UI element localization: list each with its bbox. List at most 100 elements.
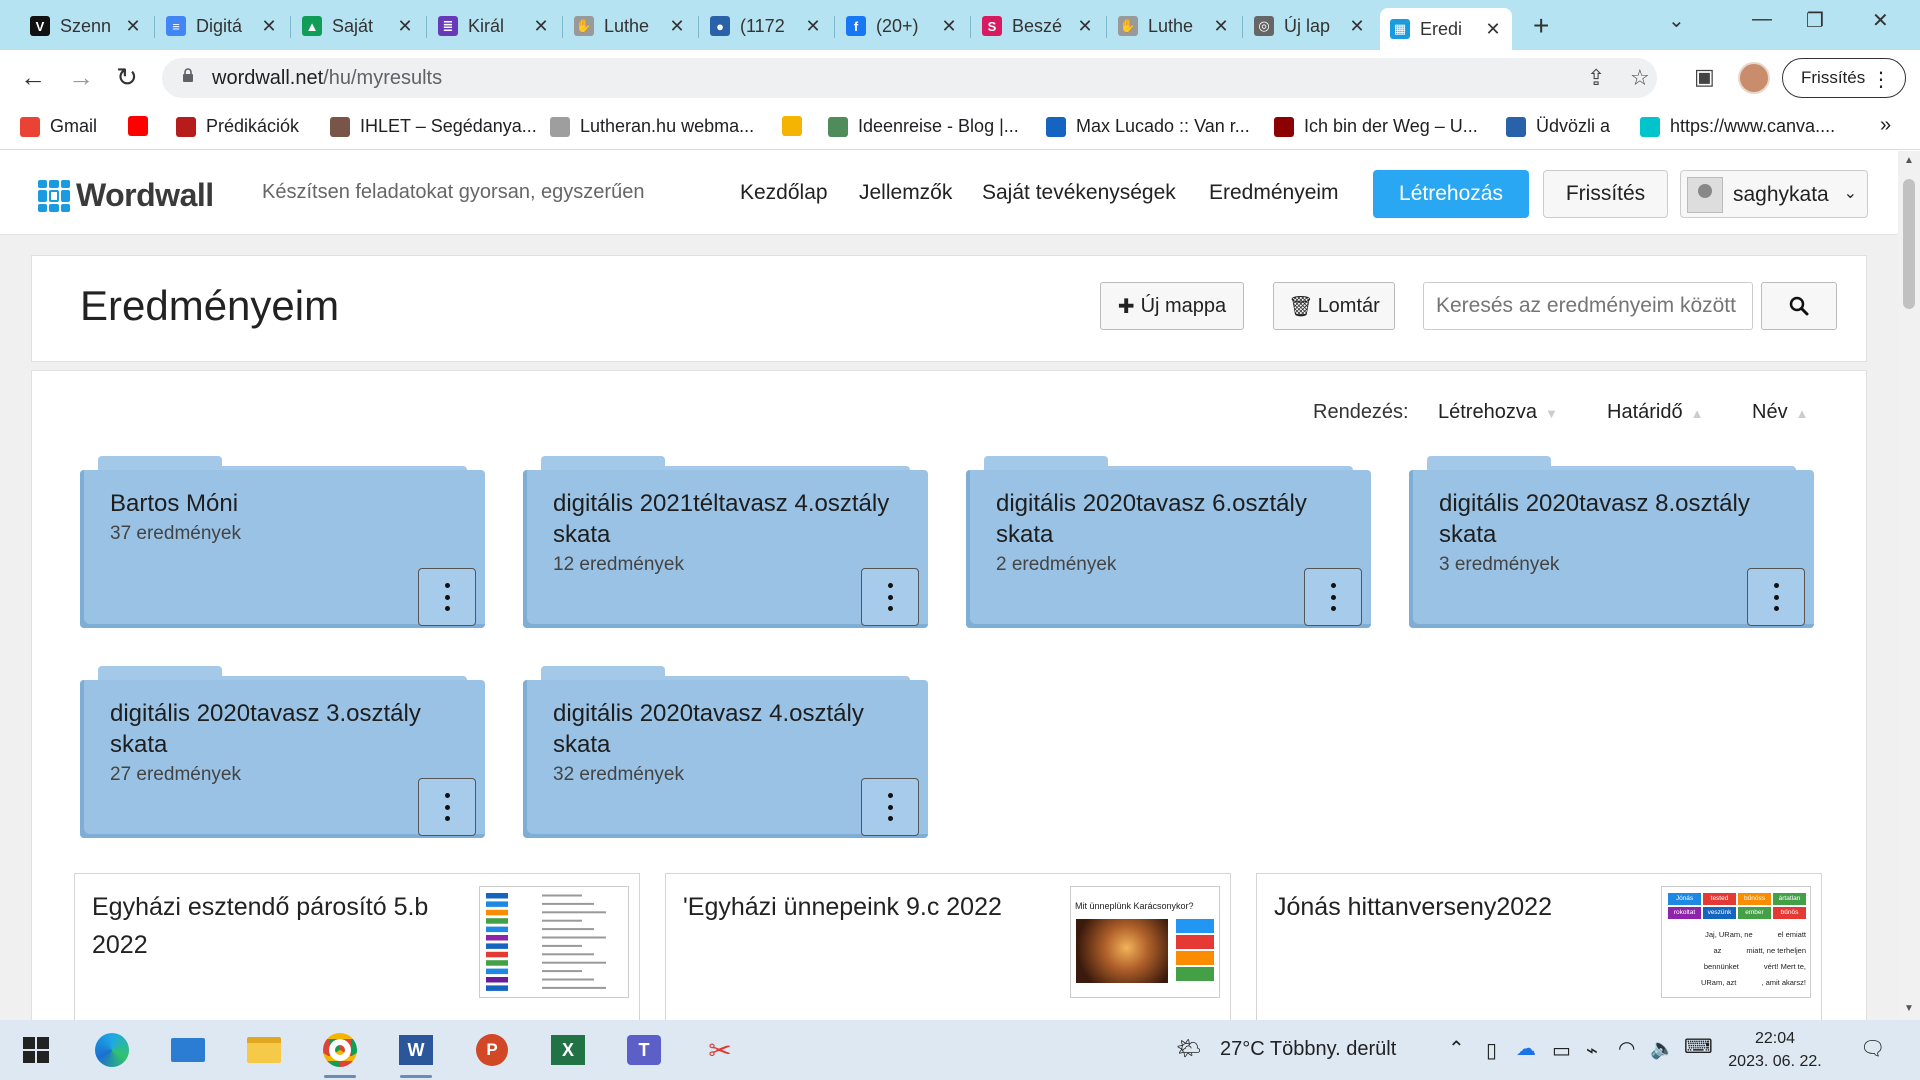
scroll-up-icon[interactable]: ▲ bbox=[1904, 155, 1914, 166]
volume-icon[interactable]: 🔈 bbox=[1650, 1036, 1675, 1061]
share-icon[interactable]: ⇪ bbox=[1587, 65, 1605, 91]
back-icon[interactable]: ← bbox=[20, 62, 46, 93]
bookmark-item[interactable]: Max Lucado :: Van r... bbox=[1046, 116, 1250, 137]
wifi-icon[interactable]: ◠ bbox=[1618, 1036, 1635, 1061]
close-icon[interactable]: ✕ bbox=[940, 16, 958, 37]
folder-menu-button[interactable] bbox=[1747, 568, 1805, 626]
bookmark-item[interactable]: Prédikációk bbox=[176, 116, 299, 137]
close-icon[interactable]: ✕ bbox=[1212, 16, 1230, 37]
address-bar[interactable]: wordwall.net/hu/myresults ⇪ ☆ bbox=[162, 58, 1657, 98]
new-tab-button[interactable]: + bbox=[1533, 10, 1549, 42]
search-input[interactable] bbox=[1423, 282, 1753, 330]
onedrive-icon[interactable]: ☁ bbox=[1516, 1036, 1536, 1061]
close-icon[interactable]: ✕ bbox=[804, 16, 822, 37]
browser-tab[interactable]: V Szenn ✕ bbox=[20, 8, 152, 44]
search-button[interactable] bbox=[1761, 282, 1837, 330]
tray-overflow-icon[interactable]: ⌃ bbox=[1448, 1036, 1465, 1061]
sort-by-deadline[interactable]: Határidő ▲ bbox=[1607, 401, 1703, 424]
result-folder[interactable]: digitális 2020tavasz 4.osztály skata 32 e… bbox=[523, 666, 928, 838]
browser-tab[interactable]: S Beszé ✕ bbox=[972, 8, 1104, 44]
trash-button[interactable]: 🗑 Lomtár bbox=[1273, 282, 1395, 330]
close-icon[interactable]: ✕ bbox=[260, 16, 278, 37]
activity-card[interactable]: Jónás hittanverseny2022 Jónás tested bűnös… bbox=[1256, 873, 1822, 1020]
new-folder-button[interactable]: ✚ Új mappa bbox=[1100, 282, 1244, 330]
result-folder[interactable]: digitális 2020tavasz 3.osztály skata 27 e… bbox=[80, 666, 485, 838]
result-folder[interactable]: Bartos Móni 37 eredmények bbox=[80, 456, 485, 628]
excel-icon[interactable]: X bbox=[546, 1028, 590, 1072]
activity-card[interactable]: Egyházi esztendő párosító 5.b 2022 bbox=[74, 873, 640, 1020]
minimize-icon[interactable]: — bbox=[1752, 8, 1772, 31]
scroll-down-icon[interactable]: ▼ bbox=[1904, 1003, 1914, 1014]
close-icon[interactable]: ✕ bbox=[124, 16, 142, 37]
page-scrollbar[interactable]: ▲ ▼ bbox=[1898, 151, 1920, 1020]
bookmark-item[interactable] bbox=[782, 116, 802, 136]
browser-update-button[interactable]: Frissítés ⋮ bbox=[1782, 58, 1906, 98]
side-panel-icon[interactable]: ▣ bbox=[1694, 64, 1715, 90]
folder-menu-button[interactable] bbox=[418, 568, 476, 626]
edge-icon[interactable] bbox=[90, 1028, 134, 1072]
close-icon[interactable]: ✕ bbox=[396, 16, 414, 37]
file-explorer-icon[interactable] bbox=[242, 1028, 286, 1072]
browser-tab[interactable]: ▦ Eredi ✕ bbox=[1380, 8, 1512, 50]
snipping-tool-icon[interactable]: ✂ bbox=[698, 1028, 742, 1072]
browser-tab[interactable]: ≡ Digitá ✕ bbox=[156, 8, 288, 44]
tab-search-icon[interactable]: ⌄ bbox=[1668, 8, 1685, 33]
folder-menu-button[interactable] bbox=[418, 778, 476, 836]
browser-tab[interactable]: ● (1172 ✕ bbox=[700, 8, 832, 44]
webcam-icon[interactable]: ▯ bbox=[1486, 1038, 1497, 1063]
activity-card[interactable]: 'Egyházi ünnepeink 9.c 2022 Mit ünneplün… bbox=[665, 873, 1231, 1020]
bookmarks-more-icon[interactable]: » bbox=[1880, 114, 1891, 137]
close-icon[interactable]: ✕ bbox=[1076, 16, 1094, 37]
close-icon[interactable]: ✕ bbox=[532, 16, 550, 37]
sort-by-created[interactable]: Létrehozva ▼ bbox=[1438, 401, 1558, 424]
result-folder[interactable]: digitális 2021téltavasz 4.osztály skata 1… bbox=[523, 456, 928, 628]
star-icon[interactable]: ☆ bbox=[1630, 65, 1650, 91]
notifications-icon[interactable]: 🗨 bbox=[1860, 1036, 1885, 1061]
close-window-icon[interactable]: ✕ bbox=[1872, 8, 1889, 33]
teams-icon[interactable]: T bbox=[622, 1028, 666, 1072]
usb-icon[interactable]: ⌁ bbox=[1586, 1038, 1598, 1063]
folder-menu-button[interactable] bbox=[861, 778, 919, 836]
powerpoint-icon[interactable]: P bbox=[470, 1028, 514, 1072]
user-menu[interactable]: saghykata ⌄ bbox=[1680, 170, 1868, 218]
result-folder[interactable]: digitális 2020tavasz 8.osztály skata 3 er… bbox=[1409, 456, 1814, 628]
restore-icon[interactable]: ❐ bbox=[1806, 8, 1824, 33]
nav-features[interactable]: Jellemzők bbox=[859, 181, 952, 205]
sort-by-name[interactable]: Név ▲ bbox=[1752, 401, 1808, 424]
create-button[interactable]: Létrehozás bbox=[1373, 170, 1529, 218]
folder-menu-button[interactable] bbox=[861, 568, 919, 626]
browser-tab[interactable]: ✋ Luthe ✕ bbox=[564, 8, 696, 44]
browser-tab[interactable]: ≣ Királ ✕ bbox=[428, 8, 560, 44]
bookmark-item[interactable]: Üdvözli a bbox=[1506, 116, 1610, 137]
profile-avatar[interactable] bbox=[1738, 62, 1770, 94]
battery-icon[interactable]: ▭ bbox=[1552, 1038, 1571, 1063]
bookmark-item[interactable]: Ideenreise - Blog |... bbox=[828, 116, 1019, 137]
close-icon[interactable]: ✕ bbox=[668, 16, 686, 37]
browser-tab[interactable]: ▲ Saját ✕ bbox=[292, 8, 424, 44]
weather-text[interactable]: 27°C Többny. derült bbox=[1220, 1038, 1396, 1061]
browser-tab[interactable]: ✋ Luthe ✕ bbox=[1108, 8, 1240, 44]
nav-my-results[interactable]: Eredményeim bbox=[1209, 181, 1339, 205]
close-icon[interactable]: ✕ bbox=[1484, 19, 1502, 40]
wordwall-logo[interactable]: Wordwall bbox=[38, 177, 214, 214]
result-folder[interactable]: digitális 2020tavasz 6.osztály skata 2 er… bbox=[966, 456, 1371, 628]
nav-my-activities[interactable]: Saját tevékenységek bbox=[982, 181, 1176, 205]
bookmark-item[interactable]: Ich bin der Weg – U... bbox=[1274, 116, 1478, 137]
scrollbar-thumb[interactable] bbox=[1903, 179, 1915, 309]
bookmark-item[interactable]: Gmail bbox=[20, 116, 97, 137]
bookmark-item[interactable]: Lutheran.hu webma... bbox=[550, 116, 754, 137]
clock[interactable]: 22:04 2023. 06. 22. bbox=[1725, 1027, 1825, 1073]
bookmark-item[interactable]: IHLET – Segédanya... bbox=[330, 116, 537, 137]
chrome-icon[interactable] bbox=[318, 1028, 362, 1078]
keyboard-icon[interactable]: ⌨ bbox=[1684, 1034, 1713, 1059]
bookmark-item[interactable] bbox=[128, 116, 148, 136]
browser-tab[interactable]: f (20+) ✕ bbox=[836, 8, 968, 44]
folder-menu-button[interactable] bbox=[1304, 568, 1362, 626]
word-icon[interactable]: W bbox=[394, 1028, 438, 1078]
weather-icon[interactable]: 🌤 bbox=[1176, 1036, 1201, 1061]
bookmark-item[interactable]: https://www.canva.... bbox=[1640, 116, 1835, 137]
windows-start-icon[interactable] bbox=[14, 1028, 58, 1072]
nav-home[interactable]: Kezdőlap bbox=[740, 181, 828, 205]
kebab-menu-icon[interactable]: ⋮ bbox=[1871, 67, 1891, 92]
reload-icon[interactable]: ↻ bbox=[116, 62, 138, 93]
